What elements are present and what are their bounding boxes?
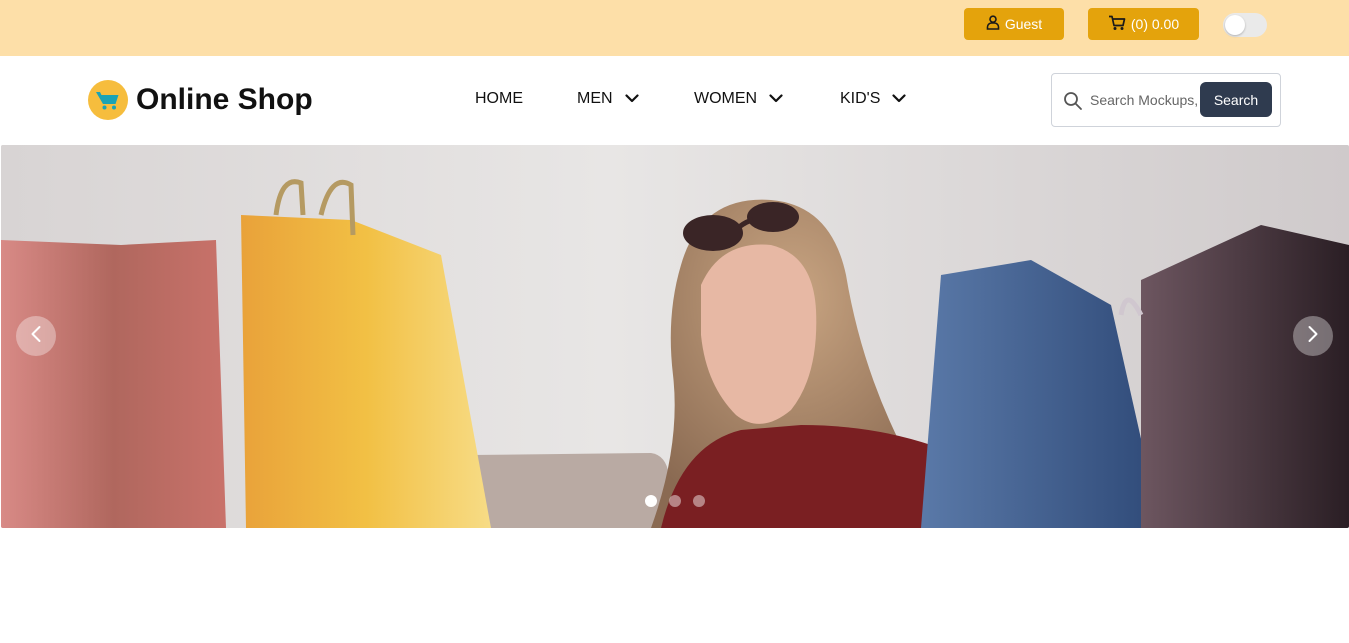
nav-home-label: HOME bbox=[475, 90, 523, 107]
carousel-dot-3[interactable] bbox=[693, 495, 705, 507]
search-bar: Search bbox=[1051, 73, 1281, 127]
guest-account-button[interactable]: Guest bbox=[964, 8, 1064, 40]
user-icon bbox=[986, 15, 1000, 33]
nav-women-dropdown[interactable]: WOMEN bbox=[694, 90, 783, 108]
nav-men-label: MEN bbox=[577, 90, 613, 107]
main-navbar: Online Shop HOME MEN WOMEN KID'S Search bbox=[0, 56, 1349, 144]
chevron-down-icon bbox=[892, 90, 907, 108]
nav-kids-label: KID'S bbox=[840, 90, 881, 107]
search-input[interactable] bbox=[1090, 84, 1198, 116]
top-bar: Guest (0) 0.00 bbox=[0, 0, 1349, 56]
toggle-knob bbox=[1225, 15, 1245, 35]
carousel-prev-button[interactable] bbox=[16, 316, 56, 356]
guest-label: Guest bbox=[1004, 16, 1043, 32]
nav-home[interactable]: HOME bbox=[475, 90, 523, 108]
search-button[interactable]: Search bbox=[1200, 82, 1272, 117]
cart-summary: (0) 0.00 bbox=[1130, 16, 1180, 32]
carousel-dot-2[interactable] bbox=[669, 495, 681, 507]
chevron-left-icon bbox=[30, 325, 42, 348]
chevron-down-icon bbox=[769, 90, 783, 108]
nav-women-label: WOMEN bbox=[694, 90, 758, 107]
carousel-next-button[interactable] bbox=[1293, 316, 1333, 356]
shopping-cart-logo-icon bbox=[88, 80, 128, 120]
chevron-right-icon bbox=[1307, 325, 1319, 348]
hero-carousel bbox=[1, 145, 1349, 528]
cart-button[interactable]: (0) 0.00 bbox=[1088, 8, 1199, 40]
chevron-down-icon bbox=[624, 90, 639, 108]
nav-men-dropdown[interactable]: MEN bbox=[577, 90, 639, 108]
cart-icon bbox=[1108, 15, 1126, 34]
carousel-indicators bbox=[645, 495, 705, 507]
theme-toggle[interactable] bbox=[1223, 13, 1267, 37]
nav-kids-dropdown[interactable]: KID'S bbox=[840, 90, 907, 108]
search-icon bbox=[1063, 91, 1083, 116]
carousel-dot-1[interactable] bbox=[645, 495, 657, 507]
site-name: Online Shop bbox=[136, 83, 313, 116]
site-logo[interactable]: Online Shop bbox=[88, 80, 313, 120]
hero-banner-image bbox=[1, 145, 1349, 528]
